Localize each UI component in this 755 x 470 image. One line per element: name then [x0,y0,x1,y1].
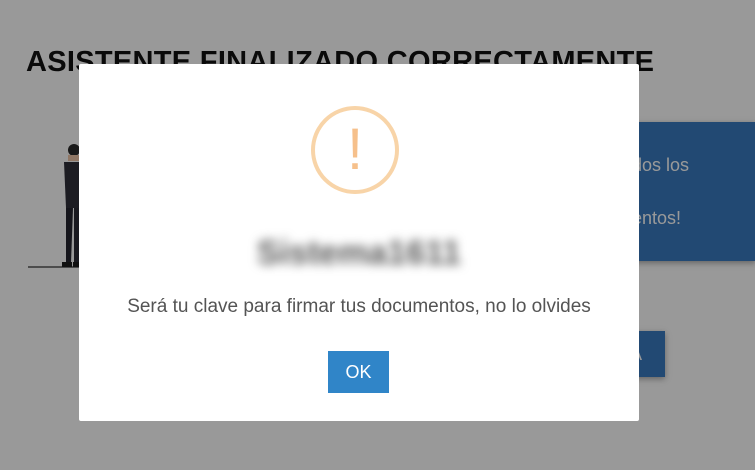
alert-dialog: ! Sistema1611 Será tu clave para firmar … [79,64,639,421]
warning-icon: ! [311,106,399,194]
warning-icon-glyph: ! [346,117,364,182]
ok-button[interactable]: OK [328,351,389,393]
dialog-message: Será tu clave para firmar tus documentos… [127,296,591,317]
dialog-title: Sistema1611 [256,234,462,272]
